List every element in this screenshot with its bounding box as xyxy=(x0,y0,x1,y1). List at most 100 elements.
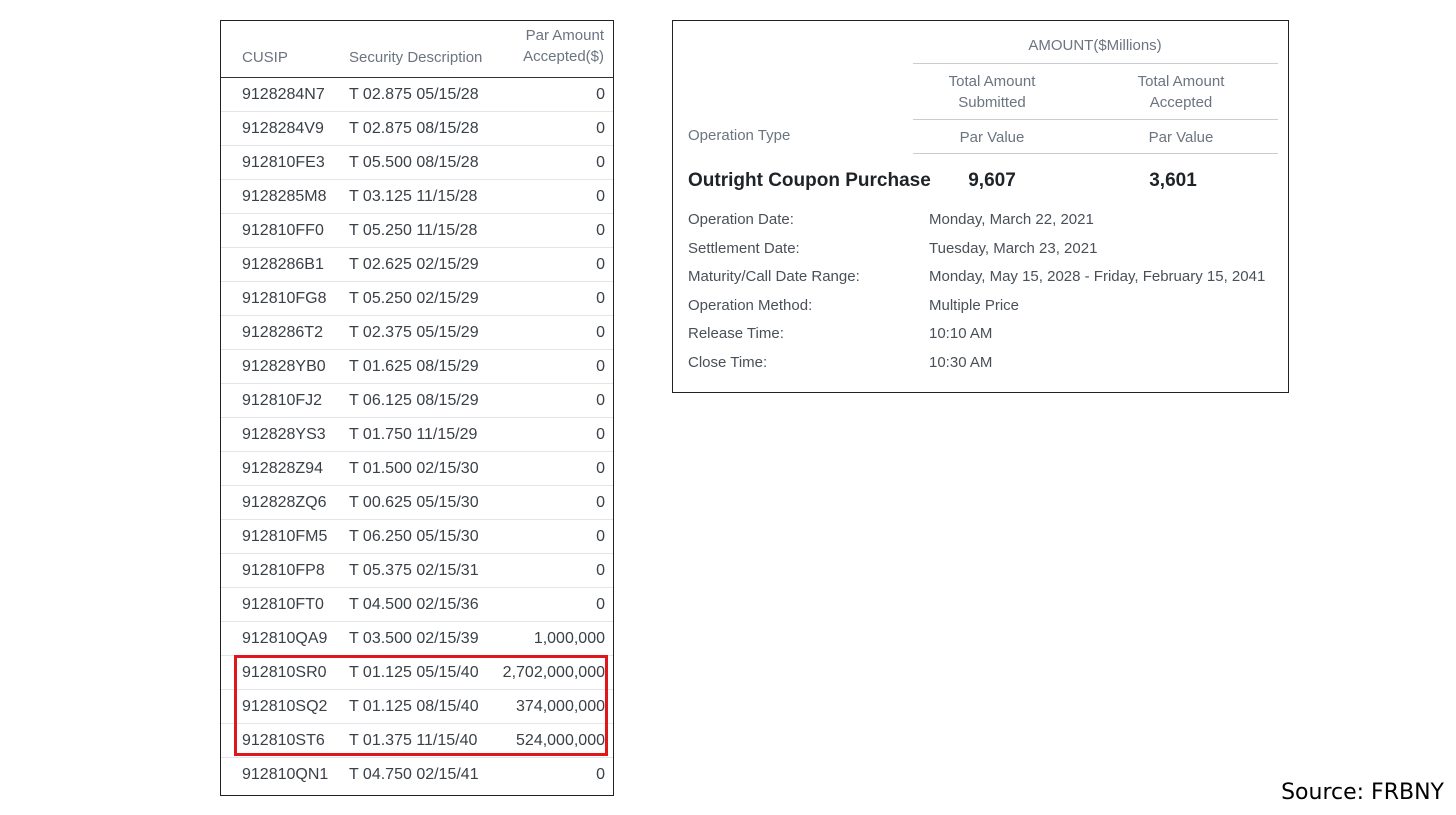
detail-value: Multiple Price xyxy=(929,297,1020,314)
source-note: Source: FRBNY xyxy=(1281,780,1444,805)
cell-par-amount: 0 xyxy=(596,426,605,443)
cell-description: T 01.500 02/15/30 xyxy=(349,460,479,477)
cell-description: T 05.250 11/15/28 xyxy=(349,222,478,239)
operation-summary: AMOUNT($Millions) Total Amount Submitted… xyxy=(672,20,1289,393)
detail-value: Monday, May 15, 2028 - Friday, February … xyxy=(929,268,1266,285)
table-row: 912828ZQ6 T 00.625 05/15/30 0 xyxy=(221,486,613,520)
cell-description: T 03.500 02/15/39 xyxy=(349,630,479,647)
cell-description: T 05.375 02/15/31 xyxy=(349,562,479,579)
cell-description: T 05.500 08/15/28 xyxy=(349,154,479,171)
cell-cusip: 912828YS3 xyxy=(242,426,326,443)
detail-value: 10:30 AM xyxy=(929,354,993,371)
table-row: 912810QA9 T 03.500 02/15/39 1,000,000 xyxy=(221,622,613,656)
cell-description: T 05.250 02/15/29 xyxy=(349,290,479,307)
table-row: 912810QN1 T 04.750 02/15/41 0 xyxy=(221,758,613,792)
cell-cusip: 912810FJ2 xyxy=(242,392,323,409)
cell-par-amount: 1,000,000 xyxy=(533,630,605,647)
cell-par-amount: 0 xyxy=(596,188,605,205)
cell-par-amount: 0 xyxy=(596,528,605,545)
total-submitted-value: 9,607 xyxy=(968,170,1016,191)
cell-cusip: 912810FM5 xyxy=(242,528,328,545)
table-row: 912810FJ2 T 06.125 08/15/29 0 xyxy=(221,384,613,418)
table-row: 912828YB0 T 01.625 08/15/29 0 xyxy=(221,350,613,384)
cell-par-amount: 0 xyxy=(596,562,605,579)
header-cusip: CUSIP xyxy=(242,49,288,66)
cell-description: T 02.875 08/15/28 xyxy=(349,120,479,137)
cell-par-amount: 0 xyxy=(596,358,605,375)
table-row: 9128285M8 T 03.125 11/15/28 0 xyxy=(221,180,613,214)
detail-label: Release Time: xyxy=(688,325,784,342)
header-par-amount: Par Amount Accepted($) xyxy=(523,27,604,65)
cell-description: T 06.250 05/15/30 xyxy=(349,528,479,545)
cell-description: T 04.500 02/15/36 xyxy=(349,596,479,613)
cell-cusip: 9128284N7 xyxy=(242,86,325,103)
cell-cusip: 912828YB0 xyxy=(242,358,326,375)
divider xyxy=(913,119,1278,120)
cell-cusip: 9128286B1 xyxy=(242,256,324,273)
operation-type-value: Outright Coupon Purchase xyxy=(688,170,931,191)
cell-par-amount: 0 xyxy=(596,596,605,613)
cell-par-amount: 0 xyxy=(596,392,605,409)
amount-header: AMOUNT($Millions) xyxy=(1028,37,1162,54)
par-value-label-accepted: Par Value xyxy=(1148,129,1214,146)
table-row: 9128284V9 T 02.875 08/15/28 0 xyxy=(221,112,613,146)
cell-cusip: 912828Z94 xyxy=(242,460,323,477)
table-row: 912828Z94 T 01.500 02/15/30 0 xyxy=(221,452,613,486)
highlight-box xyxy=(234,655,608,756)
par-value-label-submitted: Par Value xyxy=(959,129,1025,146)
cell-description: T 02.625 02/15/29 xyxy=(349,256,479,273)
cell-par-amount: 0 xyxy=(596,222,605,239)
table-row: 912828YS3 T 01.750 11/15/29 0 xyxy=(221,418,613,452)
cell-description: T 03.125 11/15/28 xyxy=(349,188,478,205)
cell-par-amount: 0 xyxy=(596,86,605,103)
table-row: 912810FP8 T 05.375 02/15/31 0 xyxy=(221,554,613,588)
cell-description: T 02.875 05/15/28 xyxy=(349,86,479,103)
table-row: 912810FE3 T 05.500 08/15/28 0 xyxy=(221,146,613,180)
cell-cusip: 912810FP8 xyxy=(242,562,325,579)
table-row: 912810FM5 T 06.250 05/15/30 0 xyxy=(221,520,613,554)
detail-label: Operation Method: xyxy=(688,297,813,314)
cell-cusip: 912810QN1 xyxy=(242,766,329,783)
cell-description: T 01.750 11/15/29 xyxy=(349,426,478,443)
cell-cusip: 9128286T2 xyxy=(242,324,323,341)
table-row: 9128284N7 T 02.875 05/15/28 0 xyxy=(221,78,613,112)
total-accepted-value: 3,601 xyxy=(1149,170,1197,191)
cell-cusip: 912810FE3 xyxy=(242,154,325,171)
table-row: 912810FF0 T 05.250 11/15/28 0 xyxy=(221,214,613,248)
column-header-submitted: Total Amount Submitted xyxy=(948,73,1036,111)
cell-cusip: 9128284V9 xyxy=(242,120,324,137)
detail-value: Monday, March 22, 2021 xyxy=(929,211,1094,228)
divider xyxy=(913,153,1278,154)
cell-description: T 06.125 08/15/29 xyxy=(349,392,479,409)
operation-type-label: Operation Type xyxy=(688,127,791,144)
cell-par-amount: 0 xyxy=(596,460,605,477)
cell-cusip: 9128285M8 xyxy=(242,188,327,205)
detail-value: 10:10 AM xyxy=(929,325,993,342)
cell-cusip: 912828ZQ6 xyxy=(242,494,327,511)
cell-par-amount: 0 xyxy=(596,256,605,273)
column-header-accepted: Total Amount Accepted xyxy=(1137,73,1225,111)
cell-par-amount: 0 xyxy=(596,766,605,783)
detail-value: Tuesday, March 23, 2021 xyxy=(929,240,1098,257)
table-header: CUSIP Security Description Par Amount Ac… xyxy=(221,21,613,78)
divider xyxy=(913,63,1278,64)
cell-cusip: 912810FT0 xyxy=(242,596,324,613)
cell-par-amount: 0 xyxy=(596,154,605,171)
table-row: 912810FT0 T 04.500 02/15/36 0 xyxy=(221,588,613,622)
cell-cusip: 912810FF0 xyxy=(242,222,324,239)
detail-label: Close Time: xyxy=(688,354,768,371)
cell-description: T 02.375 05/15/29 xyxy=(349,324,479,341)
cell-description: T 04.750 02/15/41 xyxy=(349,766,479,783)
cell-par-amount: 0 xyxy=(596,120,605,137)
cell-description: T 00.625 05/15/30 xyxy=(349,494,479,511)
cell-cusip: 912810FG8 xyxy=(242,290,327,307)
detail-label: Operation Date: xyxy=(688,211,794,228)
cell-par-amount: 0 xyxy=(596,324,605,341)
cell-description: T 01.625 08/15/29 xyxy=(349,358,479,375)
cell-cusip: 912810QA9 xyxy=(242,630,328,647)
header-security-description: Security Description xyxy=(349,49,483,66)
detail-label: Maturity/Call Date Range: xyxy=(688,268,860,285)
table-row: 9128286B1 T 02.625 02/15/29 0 xyxy=(221,248,613,282)
detail-label: Settlement Date: xyxy=(688,240,800,257)
cell-par-amount: 0 xyxy=(596,290,605,307)
